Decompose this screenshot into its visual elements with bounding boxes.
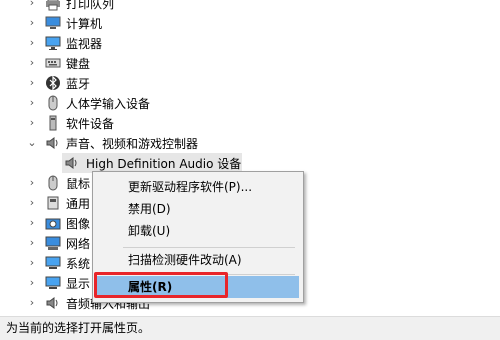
speaker-icon <box>45 135 61 151</box>
tree-item-hid[interactable]: › 人体学输入设备 <box>0 93 500 113</box>
camera-icon <box>45 215 61 231</box>
software-device-icon <box>45 115 61 131</box>
chevron-right-icon[interactable]: › <box>27 297 37 309</box>
printer-icon <box>45 0 61 11</box>
monitor-icon <box>45 35 61 51</box>
tree-item-software-devices[interactable]: › 软件设备 <box>0 113 500 133</box>
tree-item-sound-video-game[interactable]: ⌄ 声音、视频和游戏控制器 <box>0 133 500 153</box>
computer-icon <box>45 15 61 31</box>
tree-item-label: High Definition Audio 设备 <box>86 156 242 171</box>
display-adapter-icon <box>45 275 61 291</box>
hid-icon <box>45 95 61 111</box>
chevron-right-icon[interactable]: › <box>27 97 37 109</box>
chevron-right-icon[interactable]: › <box>27 77 37 89</box>
menu-item-uninstall[interactable]: 卸载(U) <box>93 220 303 242</box>
chevron-right-icon[interactable]: › <box>27 277 37 289</box>
network-icon <box>45 235 61 251</box>
usb-icon <box>45 195 61 211</box>
chevron-right-icon[interactable]: › <box>27 257 37 269</box>
tree-item-computer[interactable]: › 计算机 <box>0 13 500 33</box>
tree-item-label: 打印队列 <box>66 0 115 11</box>
chevron-right-icon[interactable]: › <box>27 197 37 209</box>
bluetooth-icon <box>45 75 61 91</box>
chevron-right-icon[interactable]: › <box>27 17 37 29</box>
tree-item-hd-audio[interactable]: High Definition Audio 设备 <box>0 153 500 173</box>
menu-item-disable[interactable]: 禁用(D) <box>93 198 303 220</box>
tree-item-label: 键盘 <box>66 56 91 71</box>
tree-item-label: 软件设备 <box>66 116 115 131</box>
keyboard-icon <box>45 55 61 71</box>
tree-item-label: 声音、视频和游戏控制器 <box>66 136 199 151</box>
chevron-right-icon[interactable]: › <box>27 237 37 249</box>
tree-item-label: 监视器 <box>66 36 103 51</box>
chevron-right-icon[interactable]: › <box>27 217 37 229</box>
tree-item-label: 计算机 <box>66 16 103 31</box>
speaker-icon <box>64 155 80 171</box>
tree-item-label: 蓝牙 <box>66 76 91 91</box>
tree-item-bluetooth[interactable]: › 蓝牙 <box>0 73 500 93</box>
system-icon <box>45 255 61 271</box>
tree-item-label: 人体学输入设备 <box>66 96 151 111</box>
tree-item-label: 系统 <box>66 256 91 271</box>
status-bar: 为当前的选择打开属性页。 <box>0 316 500 340</box>
chevron-right-icon[interactable]: › <box>27 0 37 9</box>
chevron-right-icon[interactable]: › <box>27 37 37 49</box>
mouse-icon <box>45 175 61 191</box>
tree-item-print-queue[interactable]: › 打印队列 <box>0 0 500 13</box>
chevron-right-icon[interactable]: › <box>27 117 37 129</box>
tree-item-label: 显示 <box>66 276 91 291</box>
tree-item-label: 通用 <box>66 196 91 211</box>
tree-item-label: 鼠标 <box>66 176 91 191</box>
menu-separator <box>123 247 295 248</box>
audio-io-icon <box>45 295 61 311</box>
annotation-highlight-box <box>94 272 228 298</box>
menu-item-update-driver[interactable]: 更新驱动程序软件(P)... <box>93 176 303 198</box>
chevron-down-icon[interactable]: ⌄ <box>27 137 37 149</box>
tree-item-label: 图像 <box>66 216 91 231</box>
tree-item-keyboard[interactable]: › 键盘 <box>0 53 500 73</box>
tree-item-monitor[interactable]: › 监视器 <box>0 33 500 53</box>
tree-item-label: 网络 <box>66 236 91 251</box>
menu-item-scan-hardware[interactable]: 扫描检测硬件改动(A) <box>93 249 303 271</box>
chevron-right-icon[interactable]: › <box>27 177 37 189</box>
chevron-right-icon[interactable]: › <box>27 57 37 69</box>
